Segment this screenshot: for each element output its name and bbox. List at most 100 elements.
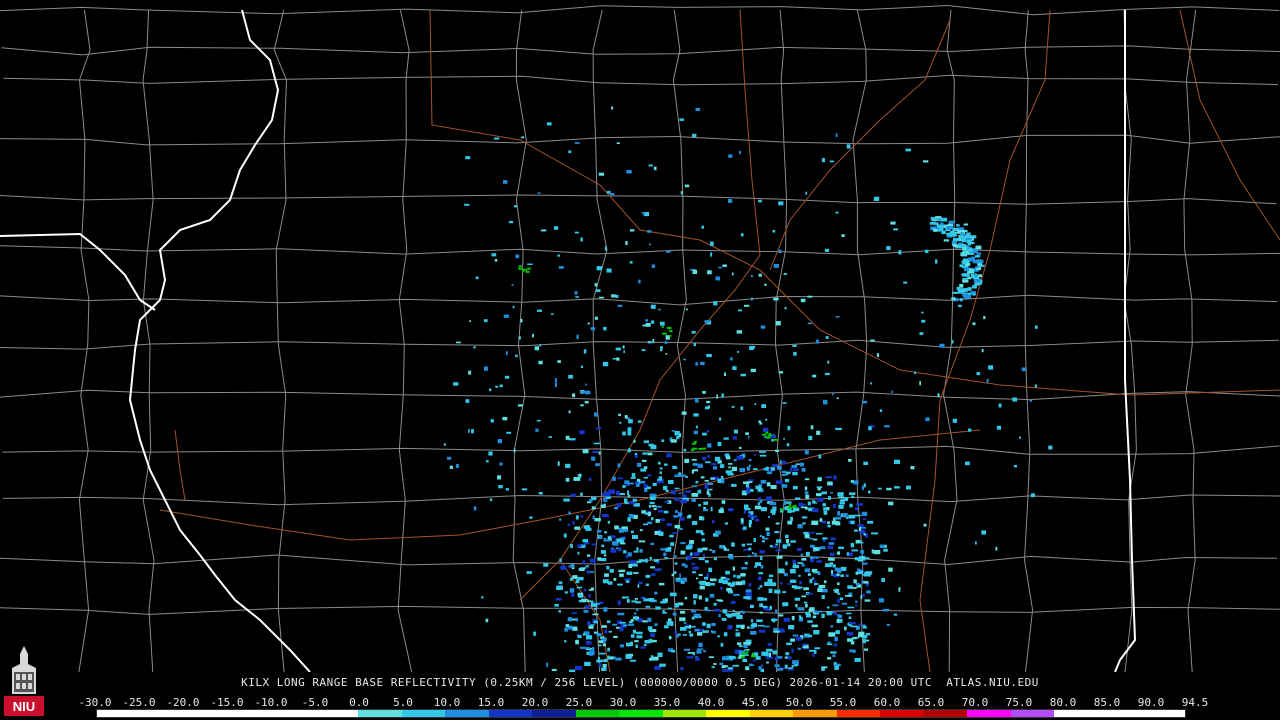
echo-cell	[602, 361, 609, 367]
echo-cell	[793, 504, 797, 507]
echo-cell	[799, 581, 802, 585]
echo-cell	[794, 597, 801, 601]
echo-cell	[663, 485, 668, 491]
echo-cell	[589, 651, 593, 656]
echo-cell	[754, 454, 757, 456]
echo-cell	[598, 644, 602, 647]
echo-cell	[775, 321, 781, 326]
echo-cell	[740, 573, 746, 577]
echo-cell	[768, 574, 774, 578]
echo-cell	[791, 648, 794, 653]
echo-cell	[702, 547, 708, 551]
echo-cell	[851, 495, 854, 498]
echo-cell	[638, 559, 644, 563]
echo-cell	[835, 521, 841, 526]
county-line	[0, 245, 1280, 256]
echo-cell	[790, 540, 796, 543]
colorbar-swatch	[880, 710, 924, 717]
echo-cell	[617, 547, 622, 552]
echo-cell	[835, 316, 840, 318]
echo-cell	[801, 564, 805, 567]
echo-cell	[728, 199, 733, 203]
echo-cell	[554, 604, 559, 607]
echo-cell	[821, 520, 827, 524]
echo-cell	[697, 490, 702, 494]
echo-cell	[612, 476, 616, 481]
echo-cell	[657, 478, 661, 481]
echo-cell	[722, 264, 727, 267]
echo-cell	[727, 473, 734, 476]
echo-cell	[802, 522, 806, 525]
echo-cell	[711, 623, 716, 626]
echo-cell	[873, 196, 880, 201]
echo-cell	[837, 592, 841, 595]
echo-cell	[848, 514, 856, 519]
echo-cell	[790, 638, 795, 642]
echo-cell	[635, 644, 638, 648]
echo-cell	[726, 548, 730, 551]
echo-cell	[925, 417, 930, 422]
echo-cell	[758, 572, 764, 575]
echo-cell	[535, 428, 539, 432]
echo-cell	[783, 572, 788, 577]
echo-cell	[643, 476, 648, 479]
echo-cell	[565, 624, 570, 628]
echo-cell	[718, 599, 724, 602]
echo-cell	[704, 560, 709, 563]
echo-cell	[751, 653, 755, 656]
echo-cell	[693, 343, 696, 347]
echo-cell	[607, 655, 611, 659]
echo-cell	[592, 515, 595, 520]
highway-line	[174, 429, 186, 501]
echo-cell	[837, 511, 840, 516]
echo-cell	[741, 567, 748, 570]
echo-cell	[680, 499, 687, 504]
echo-cell	[787, 543, 791, 547]
echo-cell	[774, 589, 781, 594]
echo-cell	[848, 622, 856, 625]
echo-cell	[1034, 325, 1038, 329]
echo-cell	[634, 640, 639, 643]
echo-cell	[649, 243, 651, 246]
echo-cell	[879, 409, 882, 412]
echo-cell	[627, 517, 631, 522]
radar-echoes	[443, 106, 1053, 672]
echo-cell	[767, 643, 772, 646]
echo-cell	[731, 483, 737, 487]
echo-cell	[921, 311, 924, 314]
echo-cell	[698, 448, 703, 450]
echo-cell	[649, 657, 653, 661]
county-line	[512, 9, 527, 672]
colorbar-label: -25.0	[122, 696, 156, 709]
echo-cell	[701, 532, 705, 536]
echo-cell	[648, 164, 653, 167]
echo-cell	[745, 483, 749, 488]
echo-cell	[836, 573, 840, 576]
echo-cell	[527, 267, 531, 270]
echo-cell	[772, 511, 776, 515]
echo-cell	[769, 502, 777, 506]
echo-cell	[699, 585, 705, 590]
echo-cell	[626, 170, 632, 174]
echo-cell	[586, 635, 593, 640]
echo-cell	[678, 492, 682, 494]
echo-cell	[651, 264, 656, 268]
echo-cell	[592, 613, 599, 616]
echo-cell	[683, 622, 687, 624]
echo-cell	[776, 539, 782, 543]
echo-cell	[695, 530, 700, 534]
colorbar-label: 0.0	[349, 696, 369, 709]
echo-cell	[679, 118, 684, 121]
echo-cell	[540, 229, 547, 232]
echo-cell	[771, 438, 774, 442]
echo-cell	[668, 480, 674, 484]
echo-cell	[563, 498, 570, 502]
echo-cell	[707, 454, 710, 458]
echo-cell	[677, 633, 681, 636]
echo-cell	[759, 534, 763, 537]
echo-cell	[565, 477, 570, 482]
echo-cell	[733, 459, 737, 462]
echo-cell	[783, 437, 785, 440]
echo-cell	[1034, 384, 1037, 388]
echo-cell	[679, 617, 686, 622]
